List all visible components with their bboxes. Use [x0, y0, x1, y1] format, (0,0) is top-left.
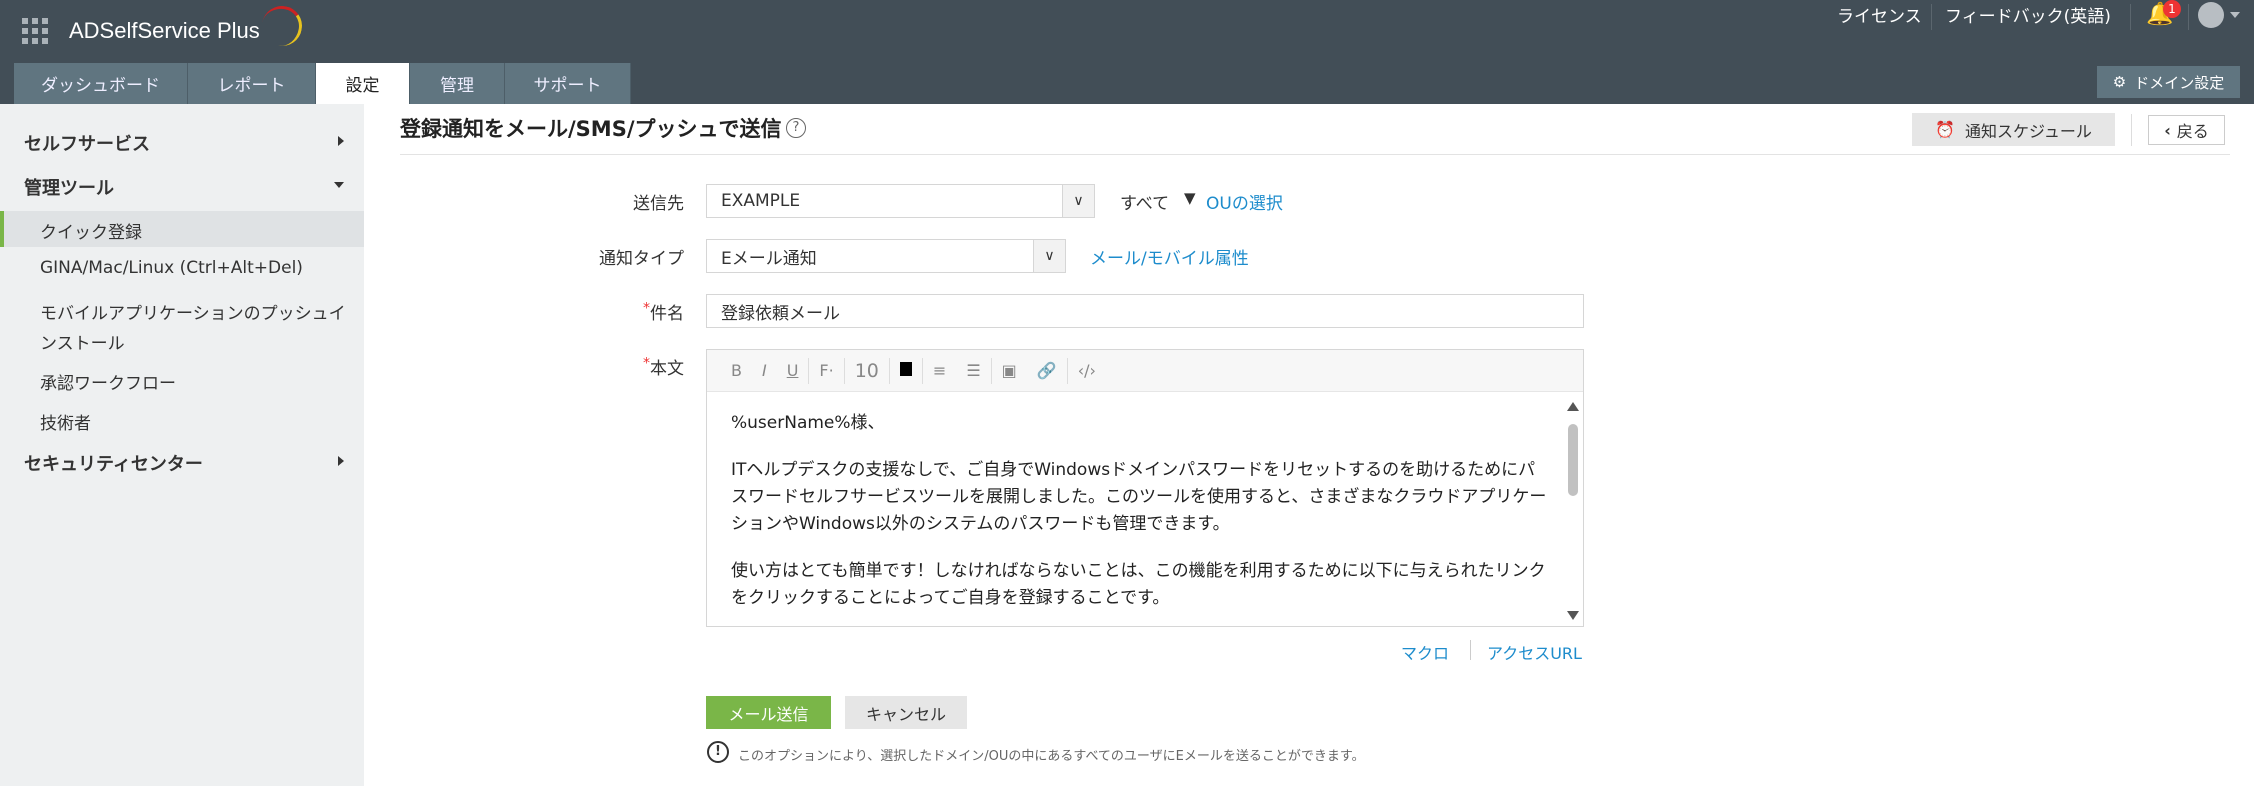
- font-size-button[interactable]: 10: [845, 360, 889, 382]
- top-header: ADSelfService Plus ダッシュボード レポート 設定 管理 サポ…: [0, 0, 2254, 104]
- rich-text-editor[interactable]: B I U F· 10 ≡ ☰ ▣ 🔗 ‹/› %userName%様、 ITヘ…: [706, 349, 1584, 627]
- image-icon[interactable]: ▣: [992, 361, 1027, 380]
- logo-arc-icon: [258, 2, 306, 50]
- cancel-button[interactable]: キャンセル: [845, 696, 967, 729]
- recipient-all: すべて: [1120, 194, 1170, 214]
- page-title: 登録通知をメール/SMS/プッシュで送信: [400, 117, 782, 141]
- domain-settings-button[interactable]: ⚙ ドメイン設定: [2097, 66, 2240, 98]
- tab-admin[interactable]: 管理: [410, 63, 505, 104]
- access-url-link[interactable]: アクセスURL: [1487, 640, 1582, 664]
- align-icon[interactable]: ≡: [923, 361, 956, 380]
- notification-type-select[interactable]: Eメール通知 ∨: [706, 239, 1066, 273]
- caret-right-icon: [338, 456, 344, 466]
- alarm-clock-icon: ⏰: [1935, 120, 1956, 139]
- editor-toolbar: B I U F· 10 ≡ ☰ ▣ 🔗 ‹/›: [707, 350, 1583, 392]
- recipient-select[interactable]: EXAMPLE ∨: [706, 184, 1095, 218]
- scroll-up-icon[interactable]: [1567, 402, 1579, 411]
- gear-icon: ⚙: [2112, 73, 2127, 91]
- filter-icon: ▼: [1184, 189, 1196, 207]
- schedule-label: 通知スケジュール: [1965, 121, 2092, 141]
- title-divider: [400, 154, 2230, 155]
- sidebar: セルフサービス 管理ツール クイック登録 GINA/Mac/Linux (Ctr…: [0, 104, 364, 786]
- editor-content[interactable]: %userName%様、 ITヘルプデスクの支援なしで、ご自身でWindowsド…: [731, 410, 1551, 632]
- back-button[interactable]: ‹ 戻る: [2148, 115, 2225, 145]
- chevron-left-icon: ‹: [2164, 120, 2171, 140]
- domain-settings-label: ドメイン設定: [2134, 73, 2225, 92]
- scroll-down-icon[interactable]: [1567, 611, 1579, 620]
- subject-input[interactable]: 登録依頼メール: [706, 294, 1584, 328]
- mail-mobile-attr-link[interactable]: メール/モバイル属性: [1090, 244, 1249, 269]
- chevron-down-icon: ∨: [1062, 185, 1094, 217]
- sidebar-item-approval-workflow[interactable]: 承認ワークフロー: [40, 369, 350, 394]
- tab-settings[interactable]: 設定: [316, 63, 410, 104]
- font-button[interactable]: F·: [809, 361, 843, 380]
- underline-button[interactable]: U: [777, 361, 809, 380]
- tab-dashboard[interactable]: ダッシュボード: [14, 63, 188, 104]
- chevron-down-icon: ∨: [1033, 240, 1065, 272]
- body-label: *本文: [643, 355, 684, 379]
- caret-down-icon: [334, 182, 344, 188]
- select-ou-link[interactable]: OUの選択: [1206, 189, 1283, 214]
- divider: [2130, 4, 2131, 30]
- info-icon: !: [707, 741, 729, 763]
- italic-button[interactable]: I: [752, 361, 777, 380]
- feedback-link[interactable]: フィードバック(英語): [1945, 2, 2111, 27]
- macro-link[interactable]: マクロ: [1401, 640, 1449, 664]
- brand-logo: ADSelfService Plus: [69, 18, 260, 43]
- caret-right-icon: [338, 136, 344, 146]
- scroll-thumb[interactable]: [1568, 424, 1578, 496]
- type-label: 通知タイプ: [599, 249, 684, 269]
- editor-scrollbar[interactable]: [1563, 392, 1583, 626]
- subject-label: *件名: [643, 300, 684, 324]
- divider: [2188, 4, 2189, 30]
- notification-schedule-button[interactable]: ⏰ 通知スケジュール: [1912, 113, 2115, 146]
- sidebar-item-gina[interactable]: GINA/Mac/Linux (Ctrl+Alt+Del): [40, 258, 350, 278]
- sidebar-self-service[interactable]: セルフサービス: [24, 130, 344, 156]
- back-label: 戻る: [2176, 122, 2209, 141]
- sidebar-item-quick-enroll[interactable]: クイック登録: [40, 218, 350, 243]
- divider: [1931, 4, 1932, 30]
- list-icon[interactable]: ☰: [956, 361, 990, 380]
- send-mail-button[interactable]: メール送信: [706, 696, 831, 729]
- recipient-label: 送信先: [633, 194, 684, 214]
- avatar-icon[interactable]: [2198, 2, 2224, 28]
- chevron-down-icon[interactable]: [2230, 12, 2240, 18]
- sidebar-admin-tools[interactable]: 管理ツール: [24, 174, 344, 200]
- source-code-icon[interactable]: ‹/›: [1068, 361, 1106, 380]
- sidebar-item-technicians[interactable]: 技術者: [40, 409, 350, 434]
- tab-reports[interactable]: レポート: [188, 63, 316, 104]
- notification-badge: 1: [2163, 0, 2181, 18]
- text-color-button[interactable]: [890, 361, 922, 380]
- sidebar-item-mobile-push[interactable]: モバイルアプリケーションのプッシュインストール: [40, 299, 350, 359]
- sidebar-security-center[interactable]: セキュリティセンター: [24, 450, 344, 476]
- license-link[interactable]: ライセンス: [1837, 2, 1922, 27]
- divider: [2131, 114, 2132, 146]
- divider: [1470, 640, 1471, 660]
- help-icon[interactable]: ?: [786, 118, 806, 138]
- info-note: このオプションにより、選択したドメイン/OUの中にあるすべてのユーザにEメールを…: [738, 749, 1365, 764]
- tab-support[interactable]: サポート: [505, 63, 631, 104]
- link-icon[interactable]: 🔗: [1027, 361, 1067, 380]
- bold-button[interactable]: B: [721, 361, 752, 380]
- app-grid-icon[interactable]: [22, 18, 48, 44]
